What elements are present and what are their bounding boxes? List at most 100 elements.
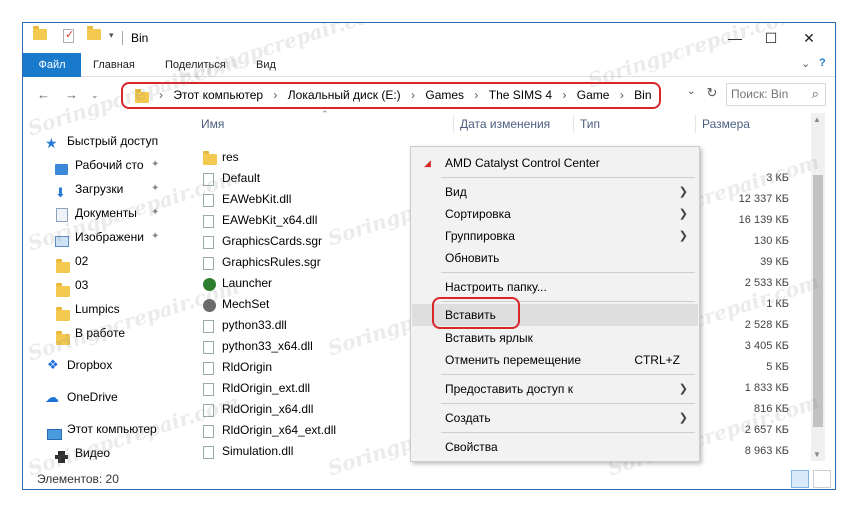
nav-video[interactable]: Видео (23, 441, 173, 465)
file-size: 816 КБ (753, 403, 789, 415)
column-header-name[interactable]: Имя (201, 113, 224, 135)
ribbon-expand-icon[interactable]: ⌄ (801, 57, 810, 70)
minimize-button[interactable]: — (717, 23, 753, 53)
menu-item-paste-shortcut[interactable]: Вставить ярлык (412, 327, 698, 349)
nav-label: Рабочий сто (75, 158, 144, 172)
file-size: 1 833 КБ (744, 382, 789, 394)
file-name: RldOrigin_ext.dll (222, 381, 311, 395)
nav-label: Загрузки (75, 182, 124, 196)
breadcrumb-sims4[interactable]: The SIMS 4 (489, 88, 552, 102)
scroll-up-icon[interactable]: ▲ (813, 115, 821, 124)
column-header-size[interactable]: Размера (702, 113, 750, 135)
tab-file[interactable]: Файл (23, 53, 81, 77)
menu-item-new[interactable]: Создать ❯ (412, 407, 698, 429)
address-bar[interactable]: › Этот компьютер › Локальный диск (E:) ›… (121, 82, 661, 109)
breadcrumb-game[interactable]: Game (577, 88, 610, 102)
nav-quick-access[interactable]: ★ Быстрый доступ (23, 129, 173, 153)
menu-item-label: Группировка (445, 229, 515, 243)
refresh-icon[interactable]: ↻ (703, 85, 721, 103)
menu-item-share-with[interactable]: Предоставить доступ к ❯ (412, 378, 698, 400)
pin-icon: ✦ (151, 231, 160, 242)
nav-this-pc[interactable]: Этот компьютер (23, 417, 173, 441)
nav-label: Видео (75, 446, 111, 460)
menu-item-properties[interactable]: Свойства (412, 436, 698, 458)
nav-label: OneDrive (67, 390, 118, 404)
nav-label: Lumpics (75, 302, 120, 316)
column-header-type[interactable]: Тип (580, 113, 600, 135)
new-folder-icon[interactable] (87, 26, 101, 47)
nav-folder-lumpics[interactable]: Lumpics (23, 297, 173, 321)
breadcrumb-drive[interactable]: Локальный диск (E:) (288, 88, 401, 102)
file-list-scrollbar[interactable]: ▲ ▼ (811, 113, 825, 461)
nav-label: Документы (75, 206, 137, 220)
nav-folder-02[interactable]: 02 (23, 249, 173, 273)
back-arrow-icon[interactable]: ← (37, 87, 50, 102)
tab-home[interactable]: Главная (93, 53, 135, 77)
tab-view[interactable]: Вид (256, 53, 276, 77)
search-icon[interactable]: ⌕ (812, 86, 819, 102)
file-size: 2 533 КБ (744, 277, 789, 289)
nav-folder-v-rabote[interactable]: В работе (23, 321, 173, 345)
nav-dropbox[interactable]: ❖ Dropbox (23, 353, 173, 377)
properties-icon[interactable] (63, 28, 74, 47)
file-size: 39 КБ (760, 256, 789, 268)
file-size: 16 139 КБ (738, 214, 789, 226)
recent-locations-icon[interactable]: ⌄ (91, 90, 99, 101)
navpane-scrollbar[interactable] (173, 113, 185, 461)
address-folder-icon (135, 89, 149, 106)
close-button[interactable]: ✕ (791, 23, 827, 53)
menu-item-refresh[interactable]: Обновить (412, 247, 698, 269)
scroll-down-icon[interactable]: ▼ (813, 450, 821, 459)
nav-label: Быстрый доступ (67, 134, 159, 148)
menu-item-undo-move[interactable]: Отменить перемещение CTRL+Z (412, 349, 698, 371)
breadcrumb-games[interactable]: Games (425, 88, 464, 102)
nav-downloads[interactable]: ⬇ Загрузки ✦ (23, 177, 173, 201)
menu-item-group[interactable]: Группировка ❯ (412, 225, 698, 247)
menu-item-customize-folder[interactable]: Настроить папку... (412, 276, 698, 298)
file-name: EAWebKit.dll (222, 192, 292, 206)
nav-label: Изображени (75, 230, 144, 244)
file-size: 5 КБ (766, 361, 789, 373)
file-name: python33_x64.dll (222, 339, 313, 353)
context-menu: ◢ AMD Catalyst Control Center Вид ❯ Сорт… (410, 146, 700, 462)
help-icon[interactable]: ? (819, 57, 826, 69)
search-box[interactable]: ⌕ (726, 83, 826, 106)
nav-onedrive[interactable]: ☁ OneDrive (23, 385, 173, 409)
file-name: MechSet (222, 297, 270, 311)
breadcrumb-this-pc[interactable]: Этот компьютер (173, 88, 263, 102)
nav-pictures[interactable]: Изображени ✦ (23, 225, 173, 249)
column-header-date[interactable]: Дата изменения (460, 113, 550, 135)
submenu-arrow-icon: ❯ (678, 383, 688, 395)
nav-label: Этот компьютер (67, 422, 157, 436)
quick-access-dropdown-icon[interactable]: ▾ (109, 30, 114, 48)
menu-item-sort[interactable]: Сортировка ❯ (412, 203, 698, 225)
menu-item-label: Сортировка (445, 207, 511, 221)
tiles-view-button[interactable] (813, 470, 831, 488)
nav-label: 03 (75, 278, 89, 292)
menu-item-amd-catalyst[interactable]: ◢ AMD Catalyst Control Center (412, 152, 698, 174)
title-separator (122, 31, 123, 45)
forward-arrow-icon[interactable]: → (65, 87, 78, 102)
menu-item-label: Предоставить доступ к (445, 382, 573, 396)
menu-item-label: Вид (445, 185, 467, 199)
nav-desktop[interactable]: Рабочий сто ✦ (23, 153, 173, 177)
address-row: ← → ⌄ › Этот компьютер › Локальный диск … (23, 78, 835, 112)
maximize-button[interactable]: ☐ (753, 23, 789, 53)
file-size: 1 КБ (766, 298, 789, 310)
file-size: 3 405 КБ (744, 340, 789, 352)
file-size: 130 КБ (753, 235, 789, 247)
menu-item-view[interactable]: Вид ❯ (412, 181, 698, 203)
menu-separator (441, 177, 695, 178)
file-name: RldOrigin_x64.dll (222, 402, 314, 416)
folder-icon (33, 26, 47, 47)
nav-documents[interactable]: Документы ✦ (23, 201, 173, 225)
breadcrumb-bin[interactable]: Bin (634, 88, 651, 102)
search-input[interactable] (731, 87, 801, 101)
scrollbar-thumb[interactable] (813, 175, 823, 427)
pin-icon: ✦ (151, 159, 160, 170)
address-dropdown-icon[interactable]: ⌄ (687, 86, 701, 104)
column-separator (695, 115, 696, 133)
nav-folder-03[interactable]: 03 (23, 273, 173, 297)
tab-share[interactable]: Поделиться (165, 53, 226, 77)
details-view-button[interactable] (791, 470, 809, 488)
